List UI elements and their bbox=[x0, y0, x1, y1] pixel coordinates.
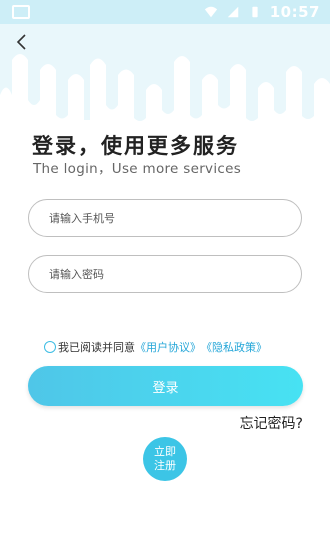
forgot-password-link[interactable]: 忘记密码? bbox=[240, 413, 303, 433]
message-icon bbox=[12, 5, 30, 19]
agreement-row: 我已阅读并同意 《用户协议》 《隐私政策》 bbox=[44, 339, 267, 355]
register-label-line2: 注册 bbox=[154, 459, 176, 472]
register-button[interactable]: 立即 注册 bbox=[143, 437, 187, 481]
battery-icon bbox=[252, 6, 258, 18]
back-chevron-icon[interactable] bbox=[12, 32, 32, 52]
phone-input[interactable]: 请输入手机号 bbox=[28, 199, 302, 237]
agreement-radio[interactable] bbox=[44, 341, 56, 353]
status-time: 10:57 bbox=[269, 3, 320, 21]
phone-input-placeholder: 请输入手机号 bbox=[49, 212, 115, 225]
page-title: 登录，使用更多服务 bbox=[32, 134, 239, 158]
user-agreement-link[interactable]: 《用户协议》 bbox=[135, 339, 201, 355]
password-input[interactable]: 请输入密码 bbox=[28, 255, 302, 293]
status-bar: 10:57 bbox=[0, 0, 330, 24]
privacy-policy-link[interactable]: 《隐私政策》 bbox=[201, 339, 267, 355]
agreement-text: 我已阅读并同意 bbox=[58, 341, 135, 354]
signal-icon bbox=[227, 6, 238, 18]
wifi-icon bbox=[204, 6, 217, 18]
register-label-line1: 立即 bbox=[154, 445, 176, 458]
password-input-placeholder: 请输入密码 bbox=[49, 268, 104, 281]
status-icons: 10:57 bbox=[204, 3, 320, 21]
page-subtitle: The login，Use more services bbox=[33, 161, 242, 177]
login-button[interactable]: 登录 bbox=[28, 366, 303, 406]
